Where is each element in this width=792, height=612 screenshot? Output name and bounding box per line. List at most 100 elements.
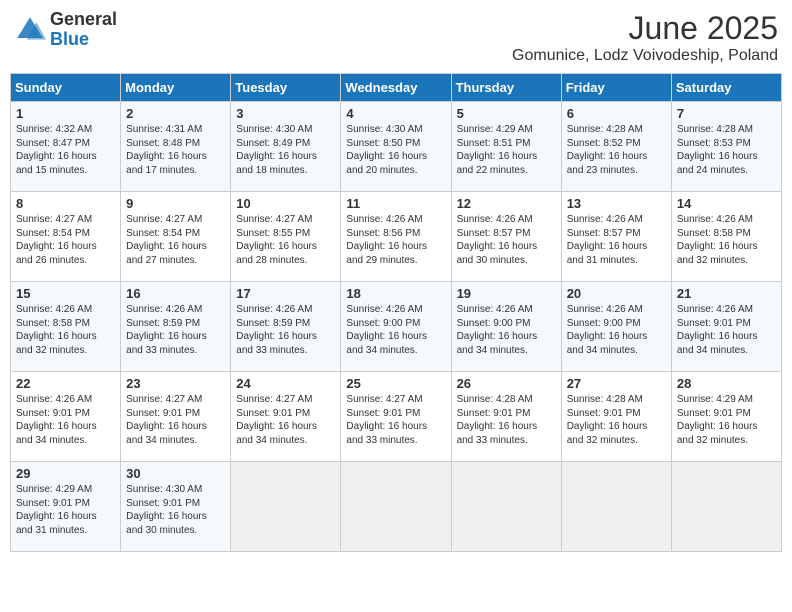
location-title: Gomunice, Lodz Voivodeship, Poland	[512, 47, 778, 65]
day-cell	[671, 462, 781, 552]
day-cell: 26Sunrise: 4:28 AM Sunset: 9:01 PM Dayli…	[451, 372, 561, 462]
weekday-header-friday: Friday	[561, 74, 671, 102]
day-cell: 30 Sunrise: 4:30 AM Sunset: 9:01 PM Dayli…	[121, 462, 231, 552]
day-cell: 6 Sunrise: 4:28 AM Sunset: 8:52 PM Daylig…	[561, 102, 671, 192]
logo-blue-label: Blue	[50, 30, 117, 50]
day-number: 9	[126, 196, 225, 211]
day-info: Sunrise: 4:28 AM Sunset: 9:01 PM Dayligh…	[567, 393, 666, 447]
logo-text: General Blue	[50, 10, 117, 50]
day-number: 3	[236, 106, 335, 121]
day-cell: 9 Sunrise: 4:27 AM Sunset: 8:54 PM Daylig…	[121, 192, 231, 282]
day-number: 17	[236, 286, 335, 301]
day-number: 27	[567, 376, 666, 391]
day-cell: 20 Sunrise: 4:26 AM Sunset: 9:00 PM Dayli…	[561, 282, 671, 372]
day-cell: 4 Sunrise: 4:30 AM Sunset: 8:50 PM Daylig…	[341, 102, 451, 192]
day-number: 1	[16, 106, 115, 121]
day-number: 25	[346, 376, 445, 391]
day-cell: 16 Sunrise: 4:26 AM Sunset: 8:59 PM Dayli…	[121, 282, 231, 372]
day-number: 29	[16, 466, 115, 481]
weekday-header-tuesday: Tuesday	[231, 74, 341, 102]
day-number: 21	[677, 286, 776, 301]
week-row-4: 22Sunrise: 4:26 AM Sunset: 9:01 PM Dayli…	[11, 372, 782, 462]
day-info: Sunrise: 4:27 AM Sunset: 8:54 PM Dayligh…	[16, 213, 115, 267]
day-info: Sunrise: 4:30 AM Sunset: 9:01 PM Dayligh…	[126, 483, 225, 537]
day-cell: 25 Sunrise: 4:27 AM Sunset: 9:01 PM Dayli…	[341, 372, 451, 462]
day-info: Sunrise: 4:32 AM Sunset: 8:47 PM Dayligh…	[16, 123, 115, 177]
day-number: 20	[567, 286, 666, 301]
day-info: Sunrise: 4:26 AM Sunset: 9:01 PM Dayligh…	[677, 303, 776, 357]
day-info: Sunrise: 4:27 AM Sunset: 9:01 PM Dayligh…	[236, 393, 335, 447]
day-cell	[341, 462, 451, 552]
week-row-1: 1 Sunrise: 4:32 AM Sunset: 8:47 PM Daylig…	[11, 102, 782, 192]
day-info: Sunrise: 4:26 AM Sunset: 9:00 PM Dayligh…	[567, 303, 666, 357]
day-number: 8	[16, 196, 115, 211]
day-cell: 8 Sunrise: 4:27 AM Sunset: 8:54 PM Daylig…	[11, 192, 121, 282]
day-number: 24	[236, 376, 335, 391]
day-cell: 7 Sunrise: 4:28 AM Sunset: 8:53 PM Daylig…	[671, 102, 781, 192]
weekday-header-thursday: Thursday	[451, 74, 561, 102]
day-info: Sunrise: 4:29 AM Sunset: 9:01 PM Dayligh…	[677, 393, 776, 447]
day-info: Sunrise: 4:26 AM Sunset: 8:59 PM Dayligh…	[126, 303, 225, 357]
day-cell: 14Sunrise: 4:26 AM Sunset: 8:58 PM Dayli…	[671, 192, 781, 282]
day-number: 5	[457, 106, 556, 121]
day-cell: 28 Sunrise: 4:29 AM Sunset: 9:01 PM Dayli…	[671, 372, 781, 462]
day-number: 6	[567, 106, 666, 121]
day-cell: 18Sunrise: 4:26 AM Sunset: 9:00 PM Dayli…	[341, 282, 451, 372]
day-number: 11	[346, 196, 445, 211]
title-block: June 2025 Gomunice, Lodz Voivodeship, Po…	[512, 10, 778, 65]
day-cell: 29 Sunrise: 4:29 AM Sunset: 9:01 PM Dayli…	[11, 462, 121, 552]
week-row-3: 15Sunrise: 4:26 AM Sunset: 8:58 PM Dayli…	[11, 282, 782, 372]
day-info: Sunrise: 4:27 AM Sunset: 8:55 PM Dayligh…	[236, 213, 335, 267]
day-number: 7	[677, 106, 776, 121]
weekday-header-sunday: Sunday	[11, 74, 121, 102]
day-cell: 17Sunrise: 4:26 AM Sunset: 8:59 PM Dayli…	[231, 282, 341, 372]
logo-icon	[14, 14, 46, 46]
day-cell: 15Sunrise: 4:26 AM Sunset: 8:58 PM Dayli…	[11, 282, 121, 372]
day-cell: 22Sunrise: 4:26 AM Sunset: 9:01 PM Dayli…	[11, 372, 121, 462]
day-info: Sunrise: 4:28 AM Sunset: 8:52 PM Dayligh…	[567, 123, 666, 177]
day-info: Sunrise: 4:26 AM Sunset: 8:57 PM Dayligh…	[567, 213, 666, 267]
day-cell: 19 Sunrise: 4:26 AM Sunset: 9:00 PM Dayli…	[451, 282, 561, 372]
day-number: 28	[677, 376, 776, 391]
day-cell: 13 Sunrise: 4:26 AM Sunset: 8:57 PM Dayli…	[561, 192, 671, 282]
day-cell	[561, 462, 671, 552]
day-number: 14	[677, 196, 776, 211]
calendar: SundayMondayTuesdayWednesdayThursdayFrid…	[10, 73, 782, 552]
day-cell: 5Sunrise: 4:29 AM Sunset: 8:51 PM Daylig…	[451, 102, 561, 192]
day-cell: 27 Sunrise: 4:28 AM Sunset: 9:01 PM Dayli…	[561, 372, 671, 462]
day-number: 13	[567, 196, 666, 211]
day-number: 30	[126, 466, 225, 481]
day-number: 2	[126, 106, 225, 121]
day-info: Sunrise: 4:26 AM Sunset: 8:57 PM Dayligh…	[457, 213, 556, 267]
day-number: 15	[16, 286, 115, 301]
weekday-header-row: SundayMondayTuesdayWednesdayThursdayFrid…	[11, 74, 782, 102]
day-info: Sunrise: 4:27 AM Sunset: 9:01 PM Dayligh…	[126, 393, 225, 447]
weekday-header-saturday: Saturday	[671, 74, 781, 102]
header: General Blue June 2025 Gomunice, Lodz Vo…	[10, 10, 782, 65]
logo: General Blue	[14, 10, 117, 50]
day-number: 10	[236, 196, 335, 211]
day-cell: 21 Sunrise: 4:26 AM Sunset: 9:01 PM Dayli…	[671, 282, 781, 372]
day-number: 12	[457, 196, 556, 211]
day-info: Sunrise: 4:30 AM Sunset: 8:49 PM Dayligh…	[236, 123, 335, 177]
day-info: Sunrise: 4:28 AM Sunset: 8:53 PM Dayligh…	[677, 123, 776, 177]
day-info: Sunrise: 4:30 AM Sunset: 8:50 PM Dayligh…	[346, 123, 445, 177]
day-info: Sunrise: 4:26 AM Sunset: 9:00 PM Dayligh…	[457, 303, 556, 357]
day-number: 19	[457, 286, 556, 301]
day-cell: 23 Sunrise: 4:27 AM Sunset: 9:01 PM Dayli…	[121, 372, 231, 462]
day-info: Sunrise: 4:29 AM Sunset: 9:01 PM Dayligh…	[16, 483, 115, 537]
day-cell: 11Sunrise: 4:26 AM Sunset: 8:56 PM Dayli…	[341, 192, 451, 282]
day-number: 23	[126, 376, 225, 391]
day-number: 22	[16, 376, 115, 391]
day-number: 4	[346, 106, 445, 121]
day-info: Sunrise: 4:26 AM Sunset: 9:00 PM Dayligh…	[346, 303, 445, 357]
week-row-5: 29 Sunrise: 4:29 AM Sunset: 9:01 PM Dayli…	[11, 462, 782, 552]
day-number: 16	[126, 286, 225, 301]
day-cell: 10 Sunrise: 4:27 AM Sunset: 8:55 PM Dayli…	[231, 192, 341, 282]
day-info: Sunrise: 4:31 AM Sunset: 8:48 PM Dayligh…	[126, 123, 225, 177]
weekday-header-wednesday: Wednesday	[341, 74, 451, 102]
day-cell	[451, 462, 561, 552]
day-info: Sunrise: 4:27 AM Sunset: 8:54 PM Dayligh…	[126, 213, 225, 267]
day-info: Sunrise: 4:27 AM Sunset: 9:01 PM Dayligh…	[346, 393, 445, 447]
day-cell	[231, 462, 341, 552]
